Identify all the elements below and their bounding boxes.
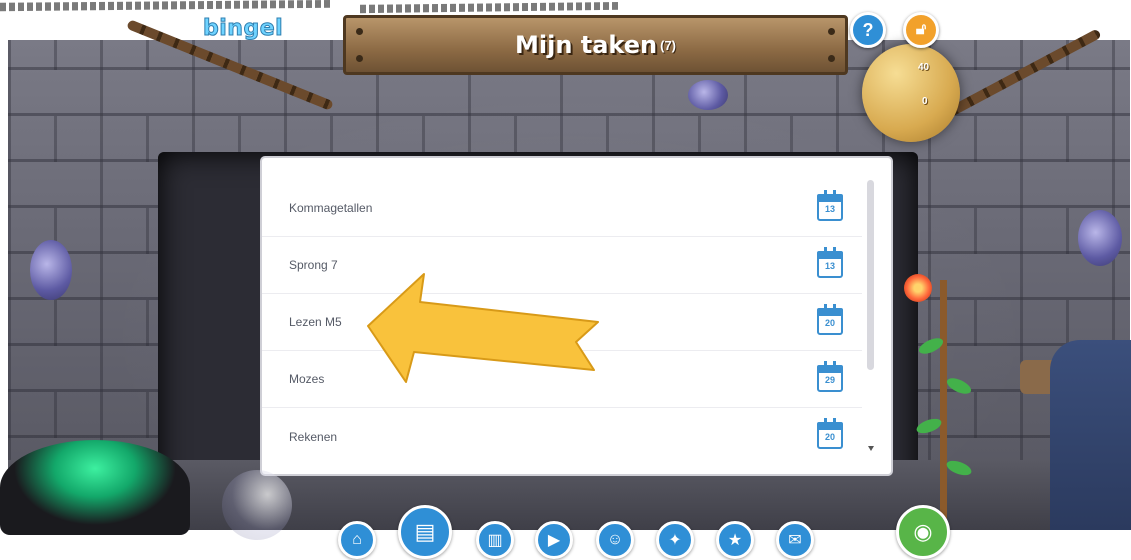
task-label: Sprong 7 bbox=[289, 258, 338, 272]
task-label: Mozes bbox=[289, 372, 325, 386]
nav-video-button[interactable]: ▶ bbox=[535, 521, 573, 559]
calendar-icon: 13 bbox=[817, 190, 843, 221]
nav-home-button[interactable]: ⌂ bbox=[338, 521, 376, 559]
plant-stem bbox=[940, 280, 947, 520]
handwriting-scribble bbox=[0, 0, 330, 12]
nav-star-button[interactable]: ★ bbox=[716, 521, 754, 559]
book-icon: ▥ bbox=[487, 532, 503, 549]
bag-icon: ◉ bbox=[913, 519, 933, 544]
video-icon: ▶ bbox=[547, 532, 561, 549]
coins-value: 40 bbox=[918, 62, 930, 73]
title-sign: Mijn taken (7) bbox=[343, 15, 848, 75]
cauldron bbox=[0, 440, 190, 535]
task-label: Rekenen bbox=[289, 429, 338, 444]
question-icon: ? bbox=[862, 19, 874, 40]
task-label: Kommagetallen bbox=[289, 201, 373, 215]
scrollbar[interactable] bbox=[867, 180, 874, 370]
calendar-icon: 13 bbox=[817, 247, 843, 278]
nav-profile-button[interactable]: ☺ bbox=[596, 521, 634, 559]
help-button[interactable]: ? bbox=[850, 12, 886, 48]
scroll-down-icon[interactable] bbox=[868, 446, 874, 451]
calendar-icon: 20 bbox=[817, 418, 843, 449]
task-label: Lezen M5 bbox=[289, 315, 342, 329]
games-icon: ✦ bbox=[668, 532, 682, 549]
home-icon: ⌂ bbox=[352, 531, 362, 548]
nav-book-button[interactable]: ▥ bbox=[476, 521, 514, 559]
wall-orb-right bbox=[1078, 210, 1122, 266]
page-title: Mijn taken bbox=[514, 31, 658, 59]
handwriting-scribble bbox=[360, 2, 620, 14]
wall-orb-left bbox=[30, 240, 72, 300]
task-item[interactable]: Kommagetallen 13 bbox=[262, 180, 862, 237]
tasks-icon: ▤ bbox=[414, 519, 436, 544]
wall-orb-top bbox=[688, 80, 728, 110]
nav-games-button[interactable]: ✦ bbox=[656, 521, 694, 559]
shop-button[interactable]: ◉ bbox=[896, 505, 950, 559]
score-moon: 40 0 bbox=[862, 44, 960, 142]
stars-value: 0 bbox=[922, 96, 928, 107]
profile-icon: ☺ bbox=[606, 531, 624, 548]
task-item[interactable]: Rekenen 20 bbox=[262, 408, 862, 465]
wizard-robe bbox=[1050, 340, 1131, 530]
bingel-logo: bingel bbox=[202, 16, 284, 42]
lock-button[interactable]: 🔓︎ bbox=[903, 12, 939, 48]
task-count: (7) bbox=[660, 37, 676, 53]
calendar-icon: 29 bbox=[817, 361, 843, 392]
nav-chat-button[interactable]: ✉ bbox=[776, 521, 814, 559]
flower bbox=[904, 274, 932, 302]
chat-icon: ✉ bbox=[788, 532, 802, 549]
nav-tasks-button[interactable]: ▤ bbox=[398, 505, 452, 559]
bubble bbox=[222, 470, 292, 540]
unlock-icon: 🔓︎ bbox=[915, 21, 927, 38]
star-icon: ★ bbox=[727, 532, 743, 549]
calendar-icon: 20 bbox=[817, 304, 843, 335]
yellow-arrow bbox=[367, 273, 599, 383]
